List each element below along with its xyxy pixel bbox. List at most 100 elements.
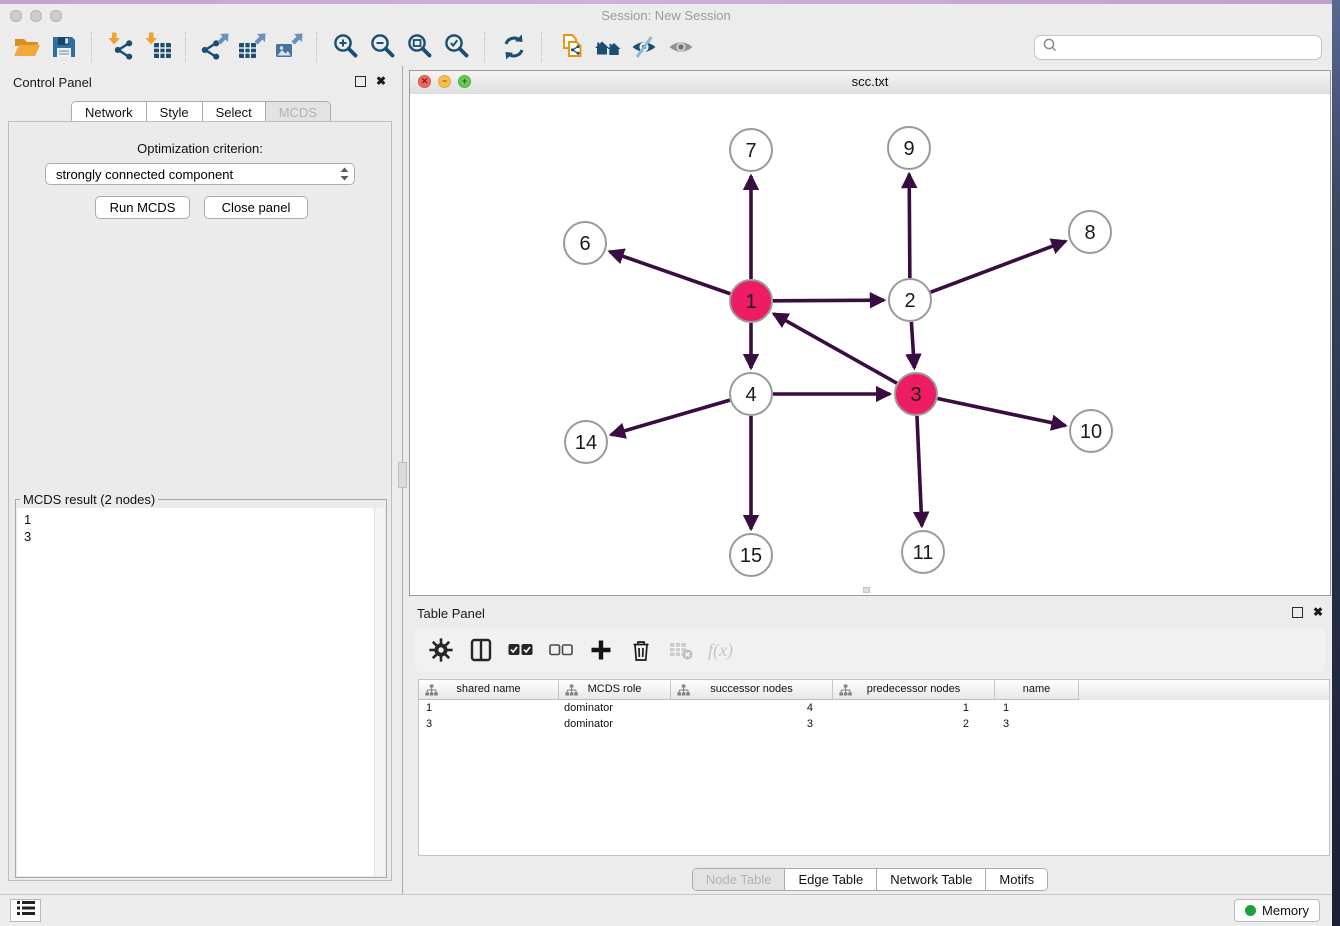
select-all-button[interactable] (507, 637, 534, 664)
edge-2-3[interactable] (911, 322, 914, 368)
tab-network-table[interactable]: Network Table (877, 869, 986, 890)
hide-eye-button[interactable] (626, 30, 663, 64)
close-panel-button[interactable]: Close panel (204, 196, 308, 219)
zoom-window-icon[interactable] (50, 10, 62, 22)
main-toolbar (0, 28, 1332, 66)
tab-tabbar: Node TableEdge TableNetwork TableMotifs (692, 868, 1048, 891)
zoom-in-button[interactable] (327, 30, 364, 64)
graph-node-6[interactable]: 6 (564, 222, 606, 264)
column-header-name[interactable]: name (995, 680, 1079, 700)
column-header-predecessor-nodes[interactable]: predecessor nodes (833, 680, 995, 700)
column-header-successor-nodes[interactable]: successor nodes (671, 680, 833, 700)
memory-button[interactable]: Memory (1234, 899, 1320, 922)
edge-3-11[interactable] (917, 416, 922, 526)
home-button[interactable] (589, 30, 626, 64)
criterion-select[interactable]: strongly connected component (45, 163, 355, 185)
node-table-body: 1dominator4113dominator323 (419, 700, 1329, 732)
table-panel-tabs: Node TableEdge TableNetwork TableMotifs (409, 868, 1331, 891)
tab-select[interactable]: Select (203, 102, 266, 123)
graph-node-4[interactable]: 4 (730, 373, 772, 415)
tab-edge-table[interactable]: Edge Table (785, 869, 877, 890)
control-panel-close-icon[interactable]: ✖ (376, 75, 386, 87)
minimize-window-icon[interactable] (30, 10, 42, 22)
cell-shared-name: 1 (419, 700, 559, 716)
zoom-out-button[interactable] (364, 30, 401, 64)
duplicate-network-button[interactable] (552, 30, 589, 64)
graph-node-1[interactable]: 1 (730, 280, 772, 322)
zoom-selected-button[interactable] (438, 30, 475, 64)
graph-node-8[interactable]: 8 (1069, 211, 1111, 253)
edge-1-2[interactable] (773, 300, 884, 301)
export-network-button[interactable] (196, 30, 233, 64)
edge-1-6[interactable] (610, 252, 731, 294)
edge-2-9[interactable] (909, 174, 910, 278)
table-row[interactable]: 3dominator323 (419, 716, 1329, 732)
zoom-fit-button[interactable] (401, 30, 438, 64)
mcds-result-title: MCDS result (2 nodes) (20, 492, 158, 507)
column-label: predecessor nodes (867, 683, 961, 695)
open-session-button[interactable] (8, 30, 45, 64)
search-box[interactable] (1034, 35, 1322, 60)
graph-node-2[interactable]: 2 (889, 279, 931, 321)
edge-3-1[interactable] (774, 314, 897, 383)
network-close-icon[interactable]: ✕ (418, 75, 431, 88)
task-history-button[interactable] (10, 899, 41, 922)
import-network-button[interactable] (102, 30, 139, 64)
network-maximize-icon[interactable]: + (458, 75, 471, 88)
show-eye-button[interactable] (663, 30, 700, 64)
network-window-title: scc.txt (852, 74, 889, 89)
add-row-button[interactable] (587, 637, 614, 664)
tab-mcds[interactable]: MCDS (266, 102, 330, 123)
import-table-button[interactable] (139, 30, 176, 64)
table-panel-float-icon[interactable] (1292, 607, 1303, 618)
column-header-MCDS-role[interactable]: MCDS role (559, 680, 671, 700)
table-panel: Table Panel ✖ f(x) shared nameMCDS roles… (409, 599, 1331, 892)
graph-node-15[interactable]: 15 (730, 534, 772, 576)
export-table-button[interactable] (233, 30, 270, 64)
export-image-button[interactable] (270, 30, 307, 64)
network-minimize-icon[interactable]: − (438, 75, 451, 88)
refresh-button[interactable] (495, 30, 532, 64)
tab-motifs[interactable]: Motifs (986, 869, 1047, 890)
tab-node-table[interactable]: Node Table (693, 869, 786, 890)
svg-text:14: 14 (575, 432, 597, 454)
mcds-result-text[interactable]: 13 (17, 508, 385, 876)
control-panel-float-icon[interactable] (355, 76, 366, 87)
column-header-shared-name[interactable]: shared name (419, 680, 559, 700)
delete-row-button[interactable] (627, 637, 654, 664)
edge-4-14[interactable] (611, 400, 730, 435)
svg-text:10: 10 (1080, 421, 1102, 443)
panel-splitter-handle[interactable] (398, 462, 407, 488)
table-row[interactable]: 1dominator411 (419, 700, 1329, 716)
edge-2-8[interactable] (931, 241, 1066, 292)
close-window-icon[interactable] (10, 10, 22, 22)
cell-MCDS-role: dominator (559, 700, 671, 716)
graph-node-7[interactable]: 7 (730, 129, 772, 171)
graph-node-10[interactable]: 10 (1070, 410, 1112, 452)
graph-node-14[interactable]: 14 (565, 421, 607, 463)
graph-node-11[interactable]: 11 (902, 531, 944, 573)
mcds-result-scrollbar[interactable] (374, 508, 385, 876)
columns-button[interactable] (467, 637, 494, 664)
graph-node-9[interactable]: 9 (888, 127, 930, 169)
save-session-icon (49, 32, 79, 62)
tab-style[interactable]: Style (147, 102, 203, 123)
save-session-button[interactable] (45, 30, 82, 64)
import-network-icon (106, 32, 136, 62)
table-panel-close-icon[interactable]: ✖ (1313, 606, 1323, 618)
graph-node-3[interactable]: 3 (895, 373, 937, 415)
svg-text:8: 8 (1084, 222, 1095, 244)
export-image-icon (274, 32, 304, 62)
search-input[interactable] (1062, 39, 1321, 56)
delete-row-icon (628, 637, 654, 663)
svg-text:7: 7 (745, 140, 756, 162)
run-mcds-button[interactable]: Run MCDS (95, 196, 190, 219)
delete-table-icon (668, 637, 694, 663)
canvas-resize-handle[interactable] (863, 587, 870, 593)
zoom-out-icon (368, 32, 398, 62)
deselect-all-button[interactable] (547, 637, 574, 664)
edge-3-10[interactable] (938, 399, 1066, 426)
network-canvas[interactable]: 1 2 3 4 6 7 8 9 10 11 14 15 (410, 94, 1330, 595)
gear-button[interactable] (427, 637, 454, 664)
tab-network[interactable]: Network (72, 102, 147, 123)
